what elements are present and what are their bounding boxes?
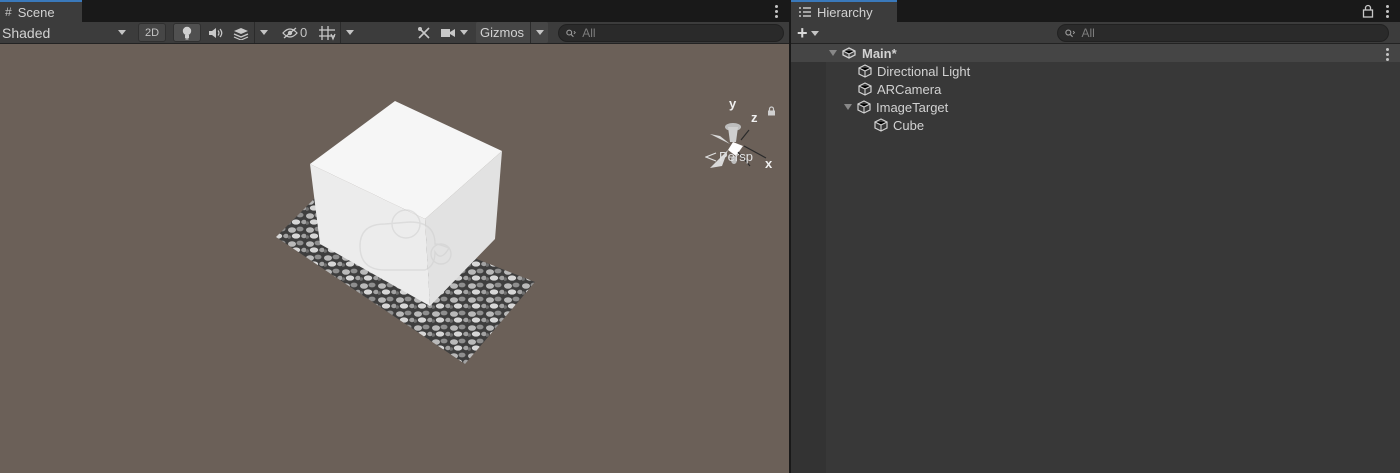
hidden-count: 0: [300, 25, 308, 40]
tree-row-scene-main[interactable]: Main*: [791, 44, 1400, 62]
tree-row-arcamera[interactable]: ARCamera: [791, 80, 1400, 98]
tree-item-label: ARCamera: [877, 81, 942, 97]
hierarchy-tree: Main* Directional Light ARCamera ImageTa…: [791, 44, 1400, 473]
scene-search-field[interactable]: [558, 24, 784, 42]
hierarchy-toolbar: +: [791, 22, 1400, 44]
chevron-down-icon: [346, 30, 354, 35]
scene-name: Main*: [862, 45, 897, 61]
hierarchy-search-field[interactable]: [1057, 24, 1389, 42]
perspective-icon: [705, 151, 717, 162]
hierarchy-tabbar: Hierarchy: [791, 0, 1400, 22]
audio-toggle-button[interactable]: [206, 22, 226, 43]
toggle-2d-button[interactable]: 2D: [138, 23, 166, 42]
scene-menu-icon[interactable]: [773, 2, 779, 20]
add-object-button[interactable]: +: [797, 23, 819, 43]
tree-item-label: Directional Light: [877, 63, 971, 79]
shading-mode-label: Shaded: [2, 24, 51, 41]
tree-row-directional-light[interactable]: Directional Light: [791, 62, 1400, 80]
axis-z-label: z: [751, 110, 758, 125]
scene-visibility-toggle[interactable]: 0: [282, 22, 314, 43]
gameobject-cube-icon: [874, 118, 888, 132]
speaker-icon: [209, 27, 223, 38]
tools-icon: [418, 26, 430, 39]
tools-button[interactable]: [414, 22, 434, 43]
gizmos-dropdown[interactable]: Gizmos: [476, 22, 548, 43]
tree-row-cube[interactable]: Cube: [791, 116, 1400, 134]
lightbulb-icon: [182, 26, 192, 39]
toggle-2d-label: 2D: [144, 26, 160, 39]
orientation-gizmo[interactable]: y z x: [700, 92, 780, 182]
add-label: +: [797, 23, 808, 43]
scene-tabbar: # Scene: [0, 0, 789, 22]
tab-hierarchy-label: Hierarchy: [817, 4, 873, 20]
projection-label: Persp: [719, 149, 753, 164]
search-icon: [566, 29, 576, 37]
shading-mode-dropdown[interactable]: Shaded: [2, 22, 130, 43]
projection-toggle[interactable]: Persp: [705, 149, 753, 164]
hierarchy-panel: Hierarchy + Main* Directional Light AR: [791, 0, 1400, 473]
scene-toolbar: Shaded 2D 0 Gizmos All: [0, 22, 789, 44]
layers-effects-icon: [233, 27, 249, 40]
axis-y-label: y: [729, 96, 737, 111]
unity-scene-icon: [842, 47, 856, 59]
tab-hierarchy[interactable]: Hierarchy: [791, 0, 897, 22]
hierarchy-menu-icon[interactable]: [1384, 2, 1390, 20]
scene-panel: # Scene Shaded 2D 0 Gizmos All y z x Per…: [0, 0, 789, 473]
list-icon: [799, 7, 811, 17]
chevron-down-icon: [460, 30, 468, 35]
scene-search-input[interactable]: [582, 26, 783, 40]
eye-slash-icon: [282, 27, 298, 38]
search-icon: [1065, 29, 1076, 37]
lighting-toggle-button[interactable]: [173, 23, 201, 42]
scene-render: [276, 101, 535, 364]
lock-icon[interactable]: [767, 106, 776, 116]
effects-dropdown[interactable]: [232, 22, 276, 43]
tree-row-imagetarget[interactable]: ImageTarget: [791, 98, 1400, 116]
tree-item-label: Cube: [893, 117, 925, 133]
lock-icon[interactable]: [1362, 4, 1374, 18]
gameobject-cube-icon: [858, 64, 872, 78]
chevron-down-icon: [260, 30, 268, 35]
chevron-down-icon: [810, 30, 819, 36]
hierarchy-search-input[interactable]: [1081, 26, 1388, 40]
axis-x-label: x: [765, 156, 773, 171]
scene-viewport[interactable]: y z x Persp: [0, 44, 789, 473]
tree-item-label: ImageTarget: [876, 99, 949, 115]
gameobject-cube-icon: [858, 82, 872, 96]
tab-scene[interactable]: # Scene: [0, 0, 82, 22]
tab-scene-label: Scene: [17, 4, 55, 20]
scene-row-menu-icon[interactable]: [1384, 45, 1390, 63]
expand-arrow-icon[interactable]: [829, 50, 837, 56]
chevron-down-icon: [536, 30, 545, 35]
camera-dropdown[interactable]: [440, 22, 474, 43]
gameobject-cube-icon: [857, 100, 871, 114]
grid-hash-icon: #: [5, 5, 12, 19]
expand-arrow-icon[interactable]: [844, 104, 852, 110]
gizmos-label: Gizmos: [480, 25, 525, 40]
chevron-down-icon: [118, 30, 126, 35]
grid-icon: [319, 25, 336, 41]
camera-icon: [441, 28, 455, 37]
grid-dropdown[interactable]: [318, 22, 362, 43]
